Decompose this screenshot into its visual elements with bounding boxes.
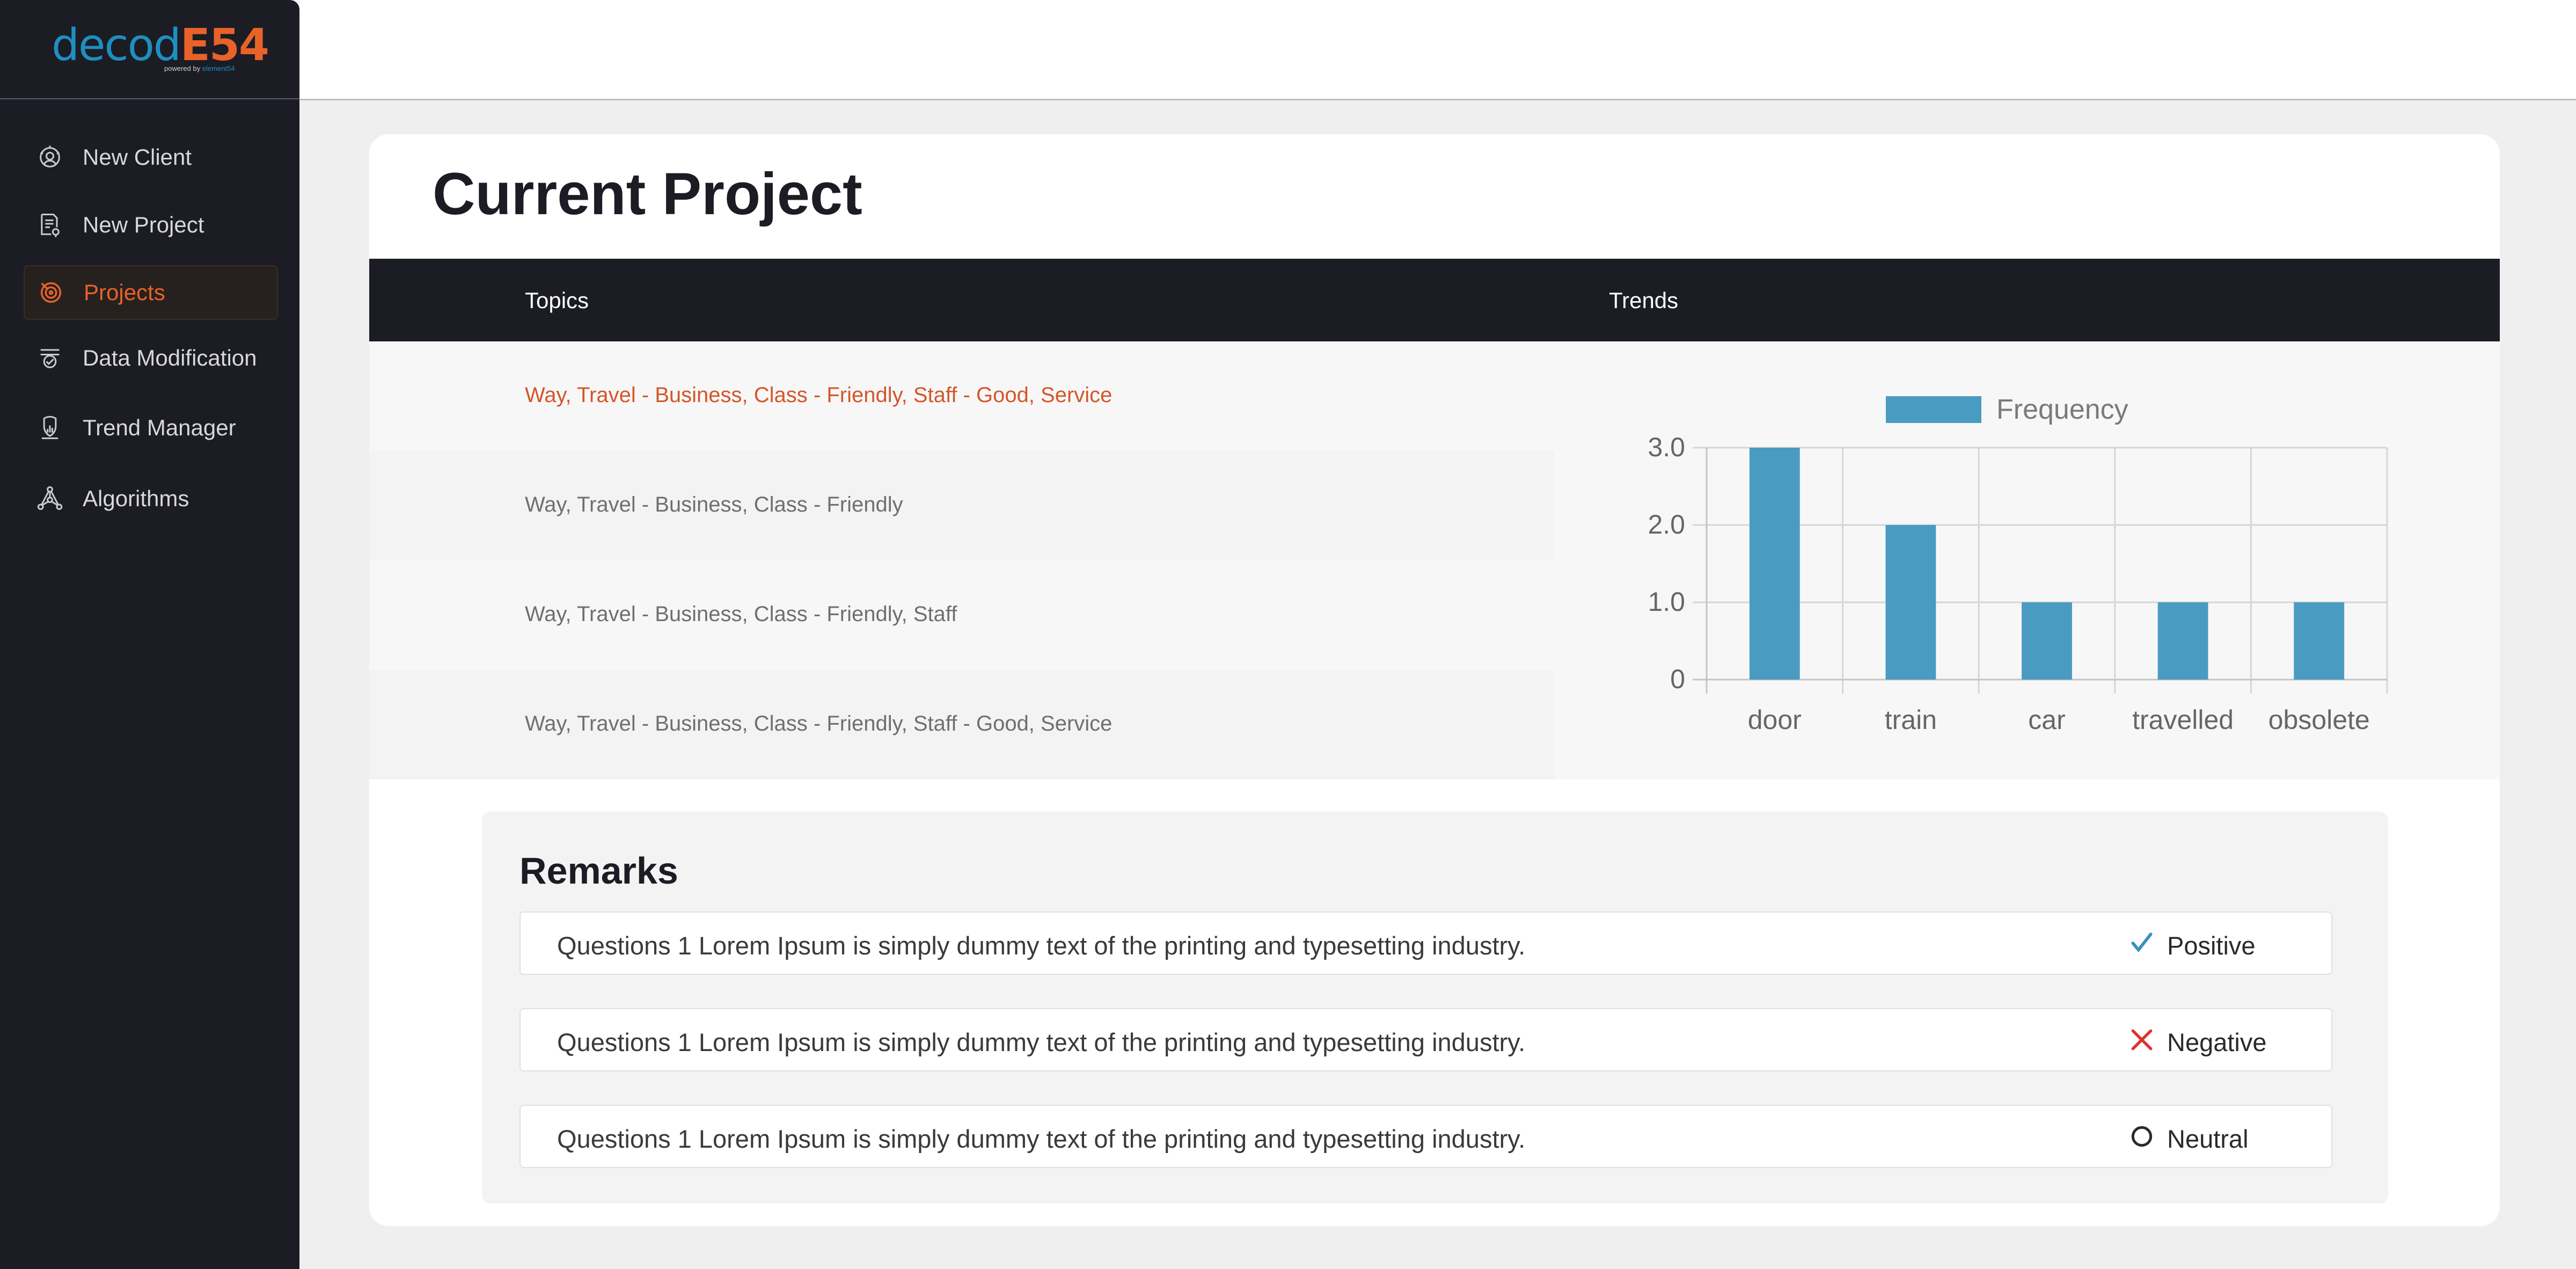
x-tick-label: car <box>2028 705 2065 735</box>
topic-text: Way, Travel - Business, Class - Friendly… <box>525 383 1113 407</box>
sidebar: decodE54 powered by element54 New Client… <box>0 0 299 1269</box>
sentiment-label: Neutral <box>2167 1125 2249 1153</box>
target-icon <box>36 278 65 307</box>
top-bar <box>299 0 2576 100</box>
bar-car <box>2022 602 2072 680</box>
legend-swatch <box>1886 396 1981 423</box>
remark-text: Questions 1 Lorem Ipsum is simply dummy … <box>557 1028 1526 1056</box>
sidebar-item-label: New Client <box>83 144 192 170</box>
sidebar-item-label: Data Modification <box>83 345 257 370</box>
sidebar-item-new-project[interactable]: New Project <box>24 199 276 251</box>
topic-text: Way, Travel - Business, Class - Friendly… <box>525 712 1113 735</box>
sidebar-item-label: Projects <box>84 280 165 305</box>
y-tick-label: 0 <box>1670 664 1685 694</box>
topic-row[interactable]: Way, Travel - Business, Class - Friendly… <box>369 560 1554 670</box>
frequency-bar-chart: 0 1.0 2.0 3.0 door train car travelled obsolete F… <box>1648 394 2388 735</box>
x-tick-label: travelled <box>2132 705 2234 735</box>
x-tick-label: door <box>1748 705 1802 735</box>
legend-label: Frequency <box>1996 394 2128 425</box>
topic-row[interactable]: Way, Travel - Business, Class - Friendly… <box>369 341 1554 451</box>
remark-text: Questions 1 Lorem Ipsum is simply dummy … <box>557 1125 1526 1153</box>
circle-icon <box>2131 1126 2153 1147</box>
topic-text: Way, Travel - Business, Class - Friendly… <box>525 602 957 626</box>
bar-train <box>1885 525 1936 680</box>
remarks-panel: Remarks Questions 1 Lorem Ipsum is simpl… <box>482 812 2388 1204</box>
remark-row[interactable]: Questions 1 Lorem Ipsum is simply dummy … <box>519 1008 2332 1071</box>
sidebar-item-data-modification[interactable]: Data Modification <box>24 332 276 384</box>
sidebar-item-new-client[interactable]: New Client <box>24 131 276 184</box>
x-tick-label: obsolete <box>2268 705 2370 735</box>
logo-wordmark: decodE54 <box>52 20 269 71</box>
sidebar-item-label: Algorithms <box>83 486 189 511</box>
sentiment-label: Negative <box>2167 1028 2267 1056</box>
sidebar-item-label: New Project <box>83 212 204 237</box>
current-project-card: Current Project Topics Trends Way, Trave… <box>369 134 2500 1226</box>
sentiment-label: Positive <box>2167 931 2256 960</box>
document-pin-icon <box>35 210 64 239</box>
remark-row[interactable]: Questions 1 Lorem Ipsum is simply dummy … <box>519 1105 2332 1168</box>
sidebar-item-algorithms[interactable]: Algorithms <box>24 472 276 525</box>
column-header-trends: Trends <box>1609 288 1679 313</box>
page-title: Current Project <box>433 161 862 227</box>
check-icon <box>2131 932 2153 953</box>
sidebar-divider <box>0 98 299 99</box>
logo-tagline: powered by element54 <box>164 64 235 72</box>
sidebar-item-trend-manager[interactable]: Trend Manager <box>24 402 276 454</box>
topic-row[interactable]: Way, Travel - Business, Class - Friendly <box>369 451 1554 560</box>
remark-row[interactable]: Questions 1 Lorem Ipsum is simply dummy … <box>519 911 2332 975</box>
table-header: Topics Trends <box>369 259 2500 341</box>
cross-icon <box>2131 1029 2153 1051</box>
bar-travelled <box>2157 602 2208 680</box>
network-icon <box>35 484 64 513</box>
y-tick-label: 3.0 <box>1648 432 1685 462</box>
remark-text: Questions 1 Lorem Ipsum is simply dummy … <box>557 931 1526 960</box>
bar-obsolete <box>2294 602 2345 680</box>
x-tick-label: train <box>1885 705 1937 735</box>
trend-manager-icon <box>35 413 64 442</box>
y-tick-label: 1.0 <box>1648 587 1685 617</box>
bar-door <box>1749 448 1800 680</box>
remarks-title: Remarks <box>519 850 678 892</box>
topic-text: Way, Travel - Business, Class - Friendly <box>525 493 903 516</box>
sidebar-item-projects[interactable]: Projects <box>24 265 278 320</box>
data-modify-icon <box>35 344 64 373</box>
topic-row[interactable]: Way, Travel - Business, Class - Friendly… <box>369 670 1554 779</box>
column-header-topics: Topics <box>525 288 589 313</box>
trends-panel: 0 1.0 2.0 3.0 door train car travelled obsolete F… <box>1554 341 2500 779</box>
y-tick-label: 2.0 <box>1648 509 1685 539</box>
sidebar-item-label: Trend Manager <box>83 415 236 440</box>
brand-logo[interactable]: decodE54 powered by element54 <box>52 20 269 77</box>
client-face-icon <box>35 143 64 172</box>
